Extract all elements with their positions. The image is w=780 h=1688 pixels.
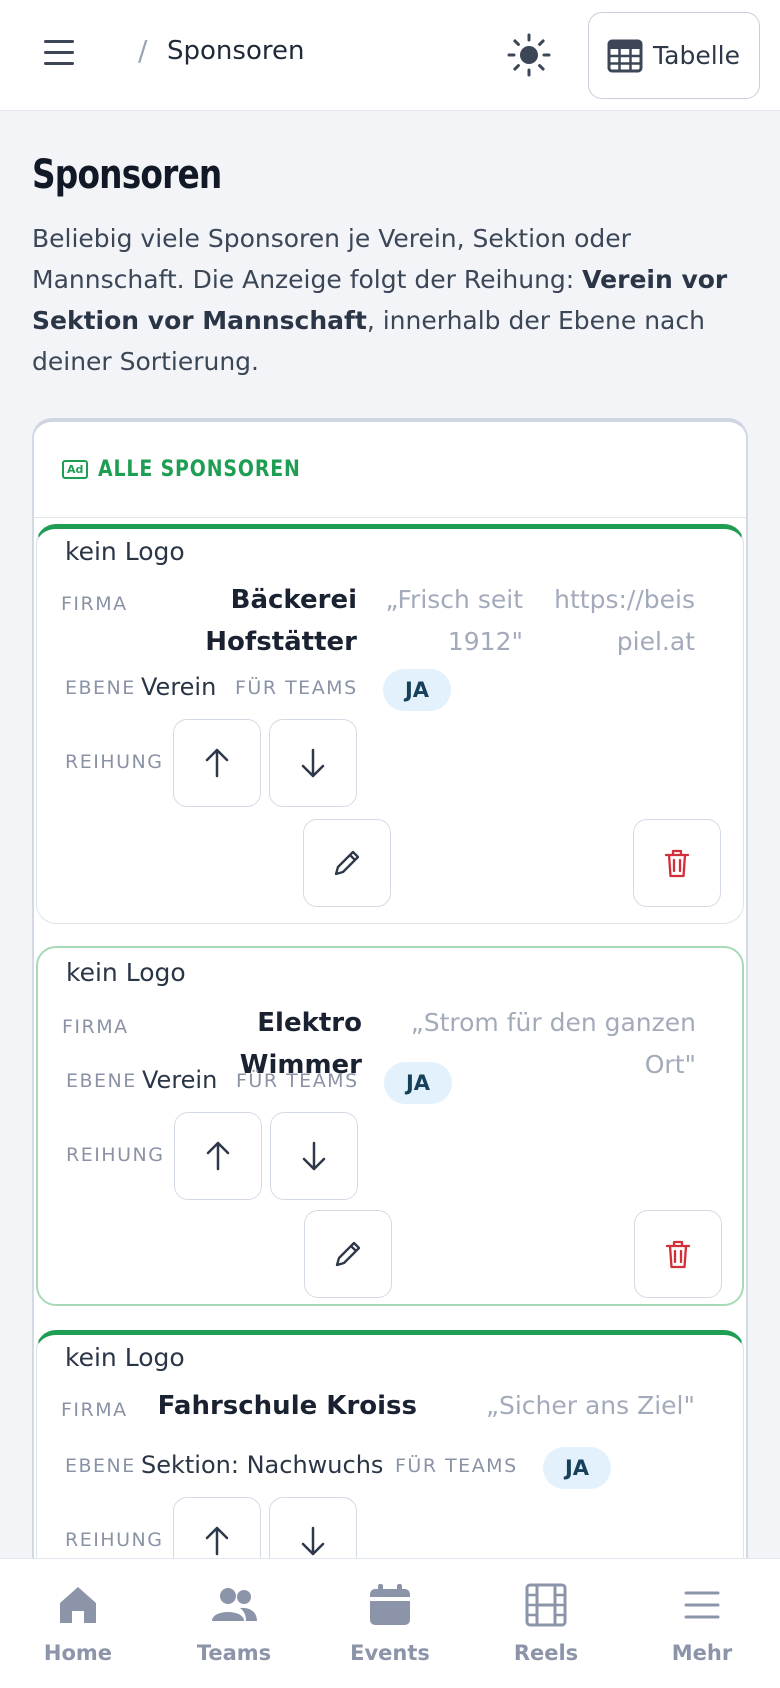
- for-teams-badge: JA: [383, 669, 451, 711]
- edit-button[interactable]: [303, 819, 391, 907]
- ebene-label: EBENE: [65, 677, 136, 699]
- sponsor-level: Sektion: Nachwuchs: [141, 1451, 384, 1479]
- table-view-label: Tabelle: [653, 41, 740, 70]
- move-down-button[interactable]: [270, 1112, 358, 1200]
- for-teams-label: FÜR TEAMS: [235, 677, 358, 699]
- ebene-label: EBENE: [65, 1455, 136, 1477]
- move-up-button[interactable]: [174, 1112, 262, 1200]
- top-bar: / Sponsoren Tabelle: [0, 0, 780, 111]
- film-icon: [525, 1583, 567, 1627]
- sponsor-name: Bäckerei Hofstätter: [205, 585, 357, 657]
- nav-teams-label: Teams: [196, 1641, 272, 1665]
- ad-icon: Ad: [62, 460, 89, 479]
- for-teams-label: FÜR TEAMS: [236, 1070, 359, 1092]
- sponsor-level: Verein: [142, 1066, 218, 1094]
- sponsor-url[interactable]: https://beispiel.at: [543, 579, 695, 663]
- sponsor-slogan: „Sicher ans Ziel": [486, 1391, 695, 1420]
- breadcrumb-current: Sponsoren: [167, 36, 305, 66]
- breadcrumb-separator: /: [138, 34, 148, 67]
- nav-reels-label: Reels: [513, 1641, 579, 1665]
- move-up-button[interactable]: [173, 719, 261, 807]
- sponsors-panel: Ad ALLE SPONSOREN kein Logo FIRMA Bäcker…: [32, 418, 748, 1618]
- edit-button[interactable]: [304, 1210, 392, 1298]
- arrow-up-icon: [205, 748, 229, 778]
- home-icon: [60, 1587, 96, 1623]
- panel-title: ALLE SPONSOREN: [98, 457, 302, 482]
- nav-more-label: Mehr: [671, 1641, 733, 1665]
- intro-text: Beliebig viele Sponsoren je Verein, Sekt…: [32, 224, 728, 376]
- reihung-label: REIHUNG: [65, 751, 164, 773]
- firma-label: FIRMA: [61, 593, 128, 615]
- nav-home[interactable]: Home: [0, 1559, 156, 1688]
- reihung-label: REIHUNG: [66, 1144, 165, 1166]
- for-teams-label: FÜR TEAMS: [395, 1455, 518, 1477]
- delete-button[interactable]: [633, 819, 721, 907]
- sponsor-name: Fahrschule Kroiss: [157, 1391, 417, 1421]
- table-view-button[interactable]: Tabelle: [588, 12, 760, 99]
- trash-icon: [665, 1240, 691, 1269]
- menu-icon: [684, 1591, 720, 1619]
- nav-home-label: Home: [43, 1641, 113, 1665]
- sponsor-level: Verein: [141, 673, 217, 701]
- sponsor-card: kein Logo FIRMA Bäckerei Hofstätter „Fri…: [36, 524, 744, 924]
- move-down-button[interactable]: [269, 719, 357, 807]
- bottom-navigation: Home Teams Events Reels Mehr: [0, 1558, 780, 1688]
- arrow-up-icon: [206, 1141, 230, 1171]
- calendar-icon: [370, 1584, 410, 1625]
- nav-reels[interactable]: Reels: [468, 1559, 624, 1688]
- arrow-down-icon: [301, 748, 325, 778]
- logo-placeholder: kein Logo: [65, 537, 185, 566]
- logo-placeholder: kein Logo: [65, 1343, 185, 1372]
- nav-events[interactable]: Events: [312, 1559, 468, 1688]
- users-icon: [212, 1588, 257, 1621]
- pencil-icon: [334, 850, 360, 876]
- for-teams-badge: JA: [384, 1062, 452, 1104]
- firma-label: FIRMA: [62, 1016, 129, 1038]
- arrow-down-icon: [302, 1141, 326, 1171]
- nav-more[interactable]: Mehr: [624, 1559, 780, 1688]
- delete-button[interactable]: [634, 1210, 722, 1298]
- reihung-label: REIHUNG: [65, 1529, 164, 1551]
- nav-teams[interactable]: Teams: [156, 1559, 312, 1688]
- sponsor-slogan: „Frisch seit 1912": [385, 585, 523, 656]
- nav-events-label: Events: [350, 1641, 430, 1665]
- arrow-up-icon: [205, 1526, 229, 1556]
- page-title: Sponsoren: [32, 152, 222, 198]
- ebene-label: EBENE: [66, 1070, 137, 1092]
- firma-label: FIRMA: [61, 1399, 128, 1421]
- arrow-down-icon: [301, 1526, 325, 1556]
- hamburger-menu-icon[interactable]: [44, 40, 84, 70]
- table-grid-icon: [607, 39, 643, 72]
- for-teams-badge: JA: [543, 1447, 611, 1489]
- theme-toggle-sun-icon[interactable]: [506, 32, 552, 78]
- trash-icon: [664, 849, 690, 878]
- logo-placeholder: kein Logo: [66, 958, 186, 987]
- panel-header: Ad ALLE SPONSOREN: [34, 422, 746, 518]
- pencil-icon: [335, 1241, 361, 1267]
- sponsor-card: kein Logo FIRMA Elektro Wimmer „Strom fü…: [36, 946, 744, 1306]
